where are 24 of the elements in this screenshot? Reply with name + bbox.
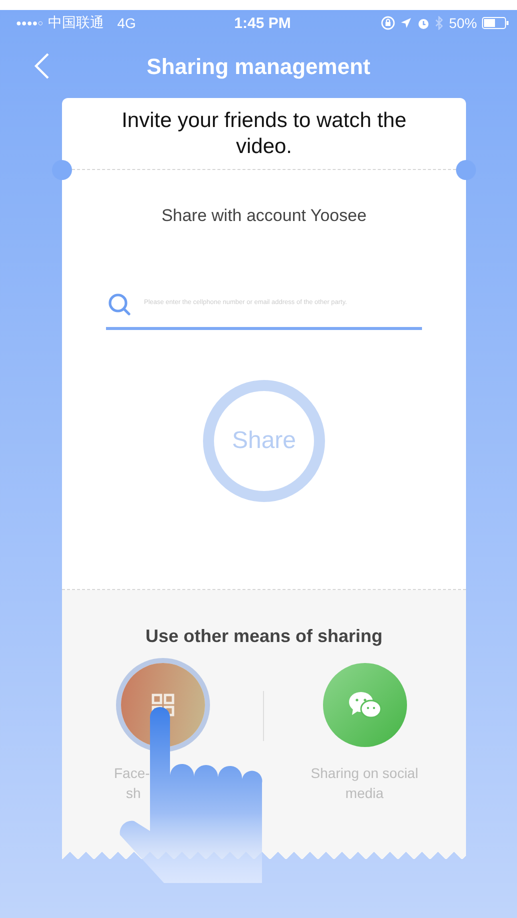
share-button[interactable]: Share <box>203 380 325 502</box>
option-label: media <box>344 784 385 803</box>
chat-bubbles-icon <box>348 691 382 719</box>
other-sharing-heading: Use other means of sharing <box>145 626 383 647</box>
network-type: 4G <box>117 15 136 31</box>
option-label: Face- <box>114 764 150 783</box>
option-label: Sharing on social <box>310 764 418 783</box>
signal-strength: ●●●●○ <box>16 18 44 28</box>
invite-heading: Invite your friends to watch the video. <box>120 108 408 160</box>
battery-percent: 50% <box>448 15 477 31</box>
status-time: 1:45 PM <box>234 14 291 32</box>
screen-title: Sharing management <box>146 54 370 80</box>
location-arrow-icon <box>400 17 412 29</box>
search-icon <box>108 293 132 317</box>
back-icon[interactable] <box>34 52 50 80</box>
alarm-icon <box>416 16 430 30</box>
bluetooth-icon <box>434 16 444 30</box>
ticket-notch <box>52 160 72 180</box>
carrier-name: 中国联通 <box>48 14 104 32</box>
option-label: sh <box>126 784 142 803</box>
battery-icon <box>482 17 509 29</box>
rotation-lock-icon <box>380 16 395 30</box>
ticket-notch <box>456 160 476 180</box>
account-share-label: Share with account Yoosee <box>161 206 367 226</box>
